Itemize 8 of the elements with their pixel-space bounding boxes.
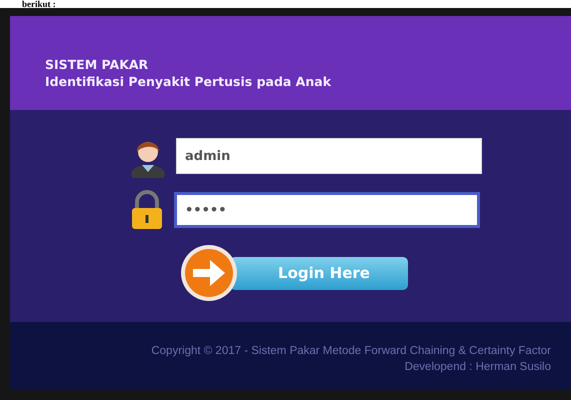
app-title: SISTEM PAKAR xyxy=(45,56,150,73)
username-field[interactable]: admin xyxy=(176,138,482,174)
app-subtitle: Identifikasi Penyakit Pertusis pada Anak xyxy=(45,73,332,90)
copyright-text: Copyright © 2017 - Sistem Pakar Metode Forward Chaining & Certainty Factor xyxy=(151,344,551,359)
padlock-icon xyxy=(130,190,164,230)
document-text: berikut : xyxy=(21,0,57,8)
developer-text: Developend : Herman Susilo xyxy=(404,360,551,375)
password-field[interactable]: ••••• xyxy=(174,192,480,228)
